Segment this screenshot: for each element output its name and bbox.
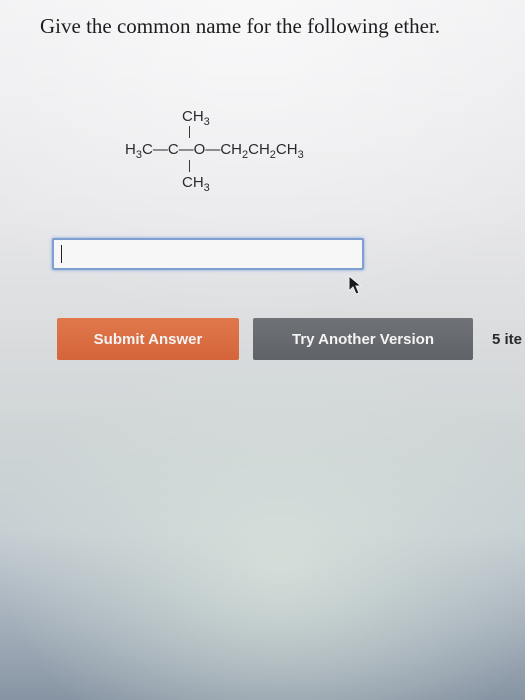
top-methyl: CH3 (182, 108, 210, 128)
bottom-methyl: CH3 (182, 174, 210, 194)
answer-input[interactable] (54, 240, 362, 268)
propyl-ch3-sub: 3 (297, 149, 304, 161)
top-methyl-ch: CH (182, 108, 204, 125)
center-carbon: C (167, 141, 179, 158)
left-h: H (125, 141, 136, 158)
bottom-methyl-sub: 3 (203, 182, 210, 194)
mouse-pointer-icon (348, 275, 363, 295)
top-methyl-sub: 3 (203, 116, 210, 128)
screen-background: Give the common name for the following e… (0, 0, 525, 700)
bottom-bond (189, 160, 190, 172)
left-c: C (141, 141, 153, 158)
items-remaining-text: 5 ite (492, 331, 523, 348)
try-another-version-button[interactable]: Try Another Version (253, 318, 473, 360)
question-prompt: Give the common name for the following e… (40, 14, 441, 38)
propyl-ch2-b: CH (248, 141, 270, 158)
top-bond (189, 126, 190, 138)
submit-answer-button[interactable]: Submit Answer (57, 318, 239, 360)
propyl-ch3: CH (275, 141, 298, 158)
answer-field[interactable] (52, 238, 364, 270)
oxygen-atom: O (193, 141, 206, 158)
bottom-methyl-ch: CH (182, 174, 204, 191)
propyl-ch2-a: CH (220, 141, 242, 158)
ether-structure: CH3 H3C—C—O—CH2CH2CH3 CH3 (125, 108, 405, 218)
text-caret (61, 245, 62, 263)
main-chain: H3C—C—O—CH2CH2CH3 (125, 141, 304, 161)
